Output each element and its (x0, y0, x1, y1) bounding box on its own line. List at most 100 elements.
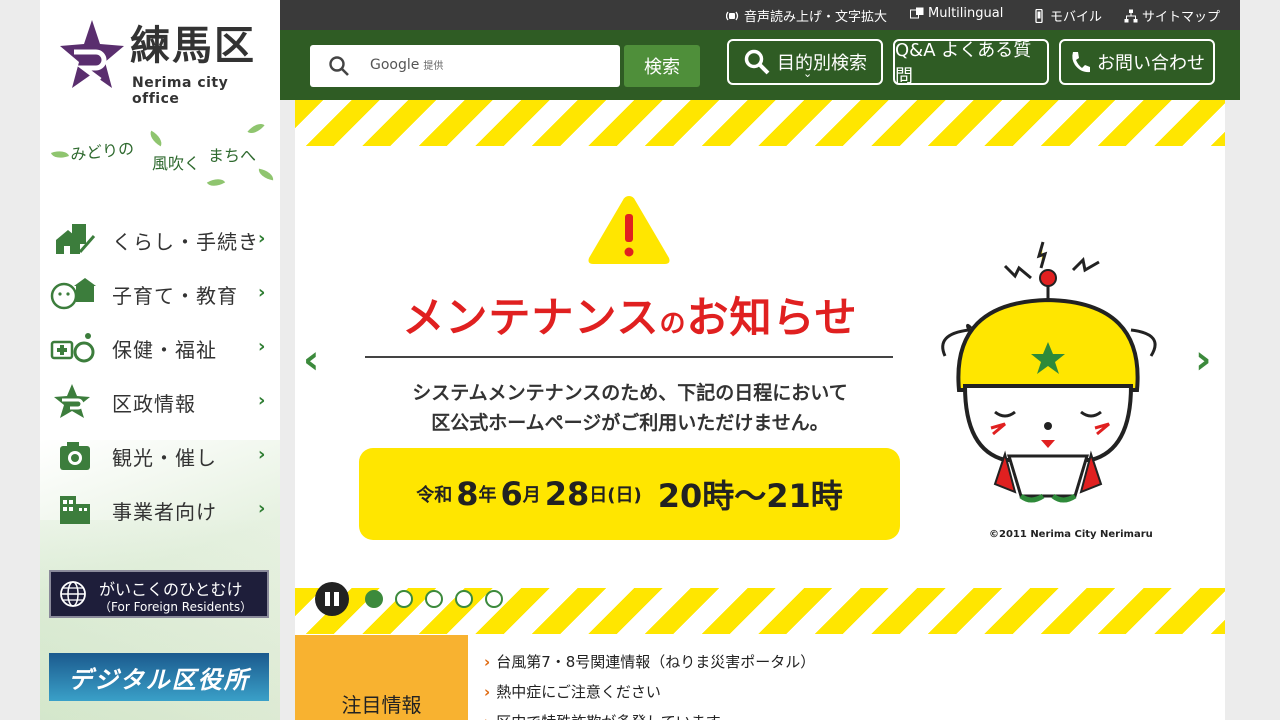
nav-label-tourism: 観光・催し (112, 446, 217, 470)
chevron-right-icon: › (484, 652, 491, 671)
date-year: 8 (456, 475, 479, 513)
translate-icon (910, 7, 924, 18)
logo-text-ja: 練馬区 (130, 23, 256, 69)
nav-item-living[interactable]: くらし・手続き › (40, 212, 280, 266)
date-day: 28 (544, 475, 590, 513)
slogan-text-2: 風吹く (152, 154, 201, 173)
search-icon (329, 56, 349, 76)
nerima-logo-icon (60, 20, 124, 88)
speech-link[interactable]: 音声読み上げ・文字拡大 (726, 6, 887, 25)
slide-message-2: 区公式ホームページがご利用いただけません。 (431, 412, 829, 434)
nerima-star-icon (54, 384, 90, 418)
carousel-dot-1[interactable] (365, 590, 383, 608)
chevron-right-icon: › (258, 390, 266, 411)
leaf-icon (257, 168, 275, 181)
medical-wheelchair-icon (50, 333, 95, 363)
digital-office-banner[interactable]: デジタル区役所 (49, 653, 269, 701)
search-brand-name: Google (370, 57, 420, 73)
caution-stripes-top (295, 100, 1225, 146)
phone-icon (1072, 52, 1090, 73)
carousel-prev-button[interactable]: ‹ (303, 340, 319, 380)
building-icon (60, 496, 90, 524)
speech-link-label: 音声読み上げ・文字拡大 (744, 10, 888, 25)
slide-title-b: お知らせ (686, 293, 858, 342)
site-header: Google 提供 検索 目的別検索 ⌄ Q&A よくある質問 お問い合わせ (280, 30, 1240, 100)
purpose-search-button[interactable]: 目的別検索 ⌄ (727, 39, 883, 85)
nav-item-business[interactable]: 事業者向け › (40, 482, 280, 536)
nav-label-business: 事業者向け (112, 500, 217, 524)
slide-title-no: の (659, 309, 687, 339)
carousel-dot-4[interactable] (455, 590, 473, 608)
news-item-text: 熱中症にご注意ください (496, 683, 661, 701)
chevron-right-icon: › (258, 336, 266, 357)
date-era: 令和 (416, 485, 453, 506)
nav-item-tourism[interactable]: 観光・催し › (40, 428, 280, 482)
search-brand: Google 提供 (370, 57, 443, 73)
sidebar: 練馬区 Nerima city office みどりの 風吹く まちへ くらし・… (40, 0, 280, 720)
leaf-icon (206, 174, 226, 191)
nav-label-childcare: 子育て・教育 (112, 284, 238, 308)
search-button[interactable]: 検索 (624, 45, 700, 87)
faq-button[interactable]: Q&A よくある質問 (893, 39, 1049, 87)
foreign-residents-banner[interactable]: がいこくのひとむけ （For Foreign Residents） (49, 570, 269, 618)
nav-item-administration[interactable]: 区政情報 › (40, 374, 280, 428)
mobile-link[interactable]: モバイル (1032, 6, 1102, 25)
nerimaru-mascot-illustration (941, 241, 1157, 503)
faq-label: Q&A よくある質問 (895, 40, 1032, 87)
carousel-dot-5[interactable] (485, 590, 503, 608)
news-item[interactable]: › 台風第7・8号関連情報（ねりま災害ポータル） (484, 651, 815, 672)
featured-news-list: › 台風第7・8号関連情報（ねりま災害ポータル） › 熱中症にご注意ください ›… (468, 635, 1225, 720)
slide-title-a: メンテナンス (402, 293, 660, 342)
warning-icon (588, 196, 670, 264)
nav-item-health[interactable]: 保健・福祉 › (40, 320, 280, 374)
pause-icon (334, 592, 339, 606)
foreign-banner-subtitle: （For Foreign Residents） (99, 600, 253, 614)
nav-item-childcare[interactable]: 子育て・教育 › (40, 266, 280, 320)
slogan-text-1: みどりの (69, 138, 135, 165)
slogan: みどりの 風吹く まちへ (48, 119, 276, 191)
date-month-unit: 月 (522, 485, 541, 506)
multilingual-link[interactable]: Multilingual (910, 6, 1003, 21)
search-brand-sub: 提供 (423, 61, 444, 72)
nav-label-living: くらし・手続き (112, 230, 259, 254)
maintenance-date: 令和 8 年 6 月 28 日 (日) 20時～21時 (359, 448, 900, 540)
carousel-dot-3[interactable] (425, 590, 443, 608)
search-icon (744, 49, 770, 75)
date-year-unit: 年 (478, 485, 497, 506)
speaker-icon (726, 11, 739, 20)
leaf-icon (50, 147, 70, 162)
chevron-right-icon: › (484, 713, 490, 720)
site-logo[interactable]: 練馬区 Nerima city office (60, 16, 260, 107)
news-item-text: 区内で特殊詐欺が多発しています (496, 711, 721, 720)
mobile-link-label: モバイル (1050, 10, 1103, 25)
logo-text-en: Nerima city office (132, 75, 229, 107)
news-item[interactable]: › 区内で特殊詐欺が多発しています (484, 711, 721, 720)
date-time: 20時～21時 (657, 477, 843, 515)
child-school-icon (50, 278, 96, 310)
date-weekday: (日) (607, 485, 642, 506)
sitemap-link[interactable]: サイトマップ (1124, 6, 1220, 25)
chevron-right-icon: › (258, 228, 266, 249)
slide-title: メンテナンスのお知らせ (365, 284, 895, 345)
contact-button[interactable]: お問い合わせ (1059, 39, 1215, 85)
mascot-copyright: ©2011 Nerima City Nerimaru (989, 529, 1153, 540)
chevron-right-icon: › (258, 282, 266, 303)
search-input[interactable]: Google 提供 (310, 45, 620, 87)
slide-message-1: システムメンテナンスのため、下記の日程において (412, 382, 848, 404)
carousel-dot-2[interactable] (395, 590, 413, 608)
leaf-icon (146, 130, 166, 147)
digital-banner-label: デジタル区役所 (68, 665, 250, 694)
contact-label: お問い合わせ (1097, 53, 1205, 74)
multilingual-link-label: Multilingual (928, 6, 1004, 21)
camera-icon (60, 442, 90, 470)
carousel-pause-button[interactable] (315, 582, 349, 616)
carousel-next-button[interactable]: › (1195, 340, 1211, 380)
sitemap-link-label: サイトマップ (1142, 10, 1221, 25)
date-day-unit: 日 (589, 485, 608, 506)
mobile-phone-icon (1035, 8, 1043, 23)
house-pen-icon (56, 224, 96, 254)
chevron-down-icon: ⌄ (803, 67, 813, 80)
purpose-search-label: 目的別検索 (777, 53, 867, 74)
news-item[interactable]: › 熱中症にご注意ください (484, 681, 661, 702)
chevron-right-icon: › (258, 444, 266, 465)
